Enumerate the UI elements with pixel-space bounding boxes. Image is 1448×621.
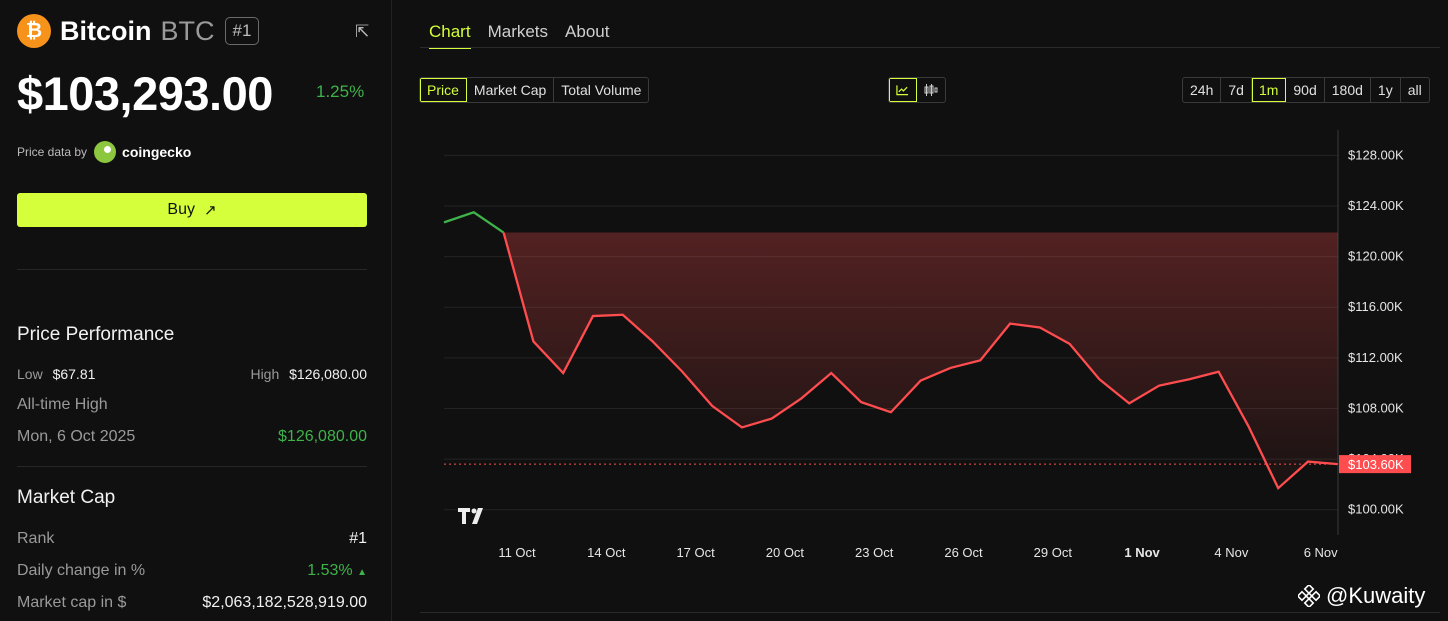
tab-bar: Chart Markets About bbox=[429, 22, 626, 49]
tradingview-logo-icon bbox=[458, 508, 483, 524]
price-data-label: Price data by bbox=[17, 145, 88, 159]
range-1m-button[interactable]: 1m bbox=[1251, 78, 1287, 102]
bitcoin-logo-icon: ₿ bbox=[17, 14, 51, 48]
arrow-up-right-icon: ↗ bbox=[204, 202, 217, 219]
y-tick-label: $112.00K bbox=[1348, 350, 1403, 365]
coin-price: $103,293.00 bbox=[17, 67, 273, 120]
tab-markets[interactable]: Markets bbox=[488, 22, 548, 49]
price-chart[interactable]: $100.00K$104.00K$108.00K$112.00K$116.00K… bbox=[420, 130, 1440, 570]
market-cap-title: Market Cap bbox=[17, 487, 116, 508]
x-tick-label: 6 Nov bbox=[1304, 545, 1338, 560]
rank-row: Rank #1 bbox=[17, 530, 367, 548]
ath-row: Mon, 6 Oct 2025 $126,080.00 bbox=[17, 428, 367, 446]
line-chart-icon[interactable] bbox=[889, 78, 917, 102]
coin-name: Bitcoin bbox=[60, 15, 152, 46]
range-1y-button[interactable]: 1y bbox=[1371, 78, 1401, 102]
candlestick-icon[interactable] bbox=[917, 78, 945, 102]
price-change: 1.25% bbox=[316, 82, 365, 101]
x-tick-label: 1 Nov bbox=[1124, 545, 1160, 560]
coingecko-logo-icon bbox=[94, 141, 117, 163]
ath-value: $126,080.00 bbox=[278, 428, 367, 445]
daily-change-value-wrap: 1.53% ▲ bbox=[307, 562, 367, 580]
high-label: High bbox=[250, 366, 280, 382]
range-24h-button[interactable]: 24h bbox=[1183, 78, 1222, 102]
tab-divider bbox=[420, 47, 1440, 48]
area-fill bbox=[503, 232, 1338, 489]
price-chart-svg[interactable]: $100.00K$104.00K$108.00K$112.00K$116.00K… bbox=[420, 130, 1440, 570]
watermark: @Kuwaity bbox=[1298, 583, 1425, 609]
divider bbox=[17, 466, 367, 467]
market-cap-row: Market cap in $ $2,063,182,528,919.00 bbox=[17, 594, 367, 612]
market-cap-label: Market cap in $ bbox=[17, 594, 127, 611]
range-180d-button[interactable]: 180d bbox=[1325, 78, 1371, 102]
y-tick-label: $120.00K bbox=[1348, 249, 1404, 264]
x-tick-label: 14 Oct bbox=[587, 545, 626, 560]
coin-header: ₿ Bitcoin BTC #1 bbox=[17, 14, 260, 48]
rank-badge: #1 bbox=[224, 17, 260, 45]
y-tick-label: $116.00K bbox=[1348, 299, 1403, 314]
price-data-attribution: Price data by coingecko bbox=[17, 141, 191, 163]
triangle-up-icon: ▲ bbox=[357, 567, 367, 578]
x-tick-label: 20 Oct bbox=[766, 545, 805, 560]
low-high-row: Low $67.81 High $126,080.00 bbox=[17, 366, 367, 382]
divider bbox=[17, 269, 367, 270]
y-tick-label: $100.00K bbox=[1348, 502, 1404, 517]
chart-type-toggle bbox=[888, 77, 946, 103]
ath-date: Mon, 6 Oct 2025 bbox=[17, 428, 136, 445]
low-label: Low bbox=[17, 366, 43, 382]
buy-button[interactable]: Buy ↗ bbox=[17, 193, 367, 227]
low-value: $67.81 bbox=[52, 366, 96, 382]
daily-change-label: Daily change in % bbox=[17, 562, 146, 579]
current-price-label: $103.60K bbox=[1348, 457, 1404, 472]
provider-name[interactable]: coingecko bbox=[122, 144, 191, 160]
coin-panel: ₿ Bitcoin BTC #1 ⇱ $103,293.00 1.25% Pri… bbox=[0, 0, 392, 621]
range-all-button[interactable]: all bbox=[1401, 78, 1429, 102]
metric-price-button[interactable]: Price bbox=[420, 78, 467, 102]
range-7d-button[interactable]: 7d bbox=[1221, 78, 1252, 102]
metric-toggle: Price Market Cap Total Volume bbox=[419, 77, 650, 103]
x-tick-label: 26 Oct bbox=[944, 545, 983, 560]
daily-change-value: 1.53% bbox=[307, 562, 353, 579]
performance-title: Price Performance bbox=[17, 324, 175, 345]
buy-label: Buy bbox=[167, 201, 195, 218]
metric-market-cap-button[interactable]: Market Cap bbox=[467, 78, 555, 102]
x-tick-label: 4 Nov bbox=[1214, 545, 1248, 560]
y-tick-label: $128.00K bbox=[1348, 147, 1404, 162]
metric-volume-button[interactable]: Total Volume bbox=[554, 78, 648, 102]
rank-label: Rank bbox=[17, 530, 55, 547]
x-tick-label: 17 Oct bbox=[676, 545, 715, 560]
market-cap-value: $2,063,182,528,919.00 bbox=[202, 594, 367, 611]
x-tick-label: 23 Oct bbox=[855, 545, 894, 560]
ath-label: All-time High bbox=[17, 396, 108, 413]
series-line-up bbox=[443, 210, 505, 234]
y-tick-label: $108.00K bbox=[1348, 400, 1404, 415]
x-tick-label: 29 Oct bbox=[1034, 545, 1073, 560]
daily-change-row: Daily change in % 1.53% ▲ bbox=[17, 562, 367, 580]
rank-value: #1 bbox=[349, 530, 367, 547]
coin-symbol: BTC bbox=[160, 15, 215, 46]
x-tick-label: 11 Oct bbox=[498, 545, 536, 560]
range-toggle: 24h 7d 1m 90d 180d 1y all bbox=[1182, 77, 1430, 103]
tab-about[interactable]: About bbox=[565, 22, 609, 49]
share-icon[interactable]: ⇱ bbox=[355, 22, 369, 42]
chart-footer-divider bbox=[420, 612, 1440, 613]
watermark-text: @Kuwaity bbox=[1326, 583, 1426, 608]
range-90d-button[interactable]: 90d bbox=[1286, 78, 1325, 102]
binance-logo-icon bbox=[1298, 585, 1320, 607]
y-tick-label: $124.00K bbox=[1348, 198, 1404, 213]
tab-chart[interactable]: Chart bbox=[429, 22, 471, 49]
high-value: $126,080.00 bbox=[289, 366, 367, 382]
